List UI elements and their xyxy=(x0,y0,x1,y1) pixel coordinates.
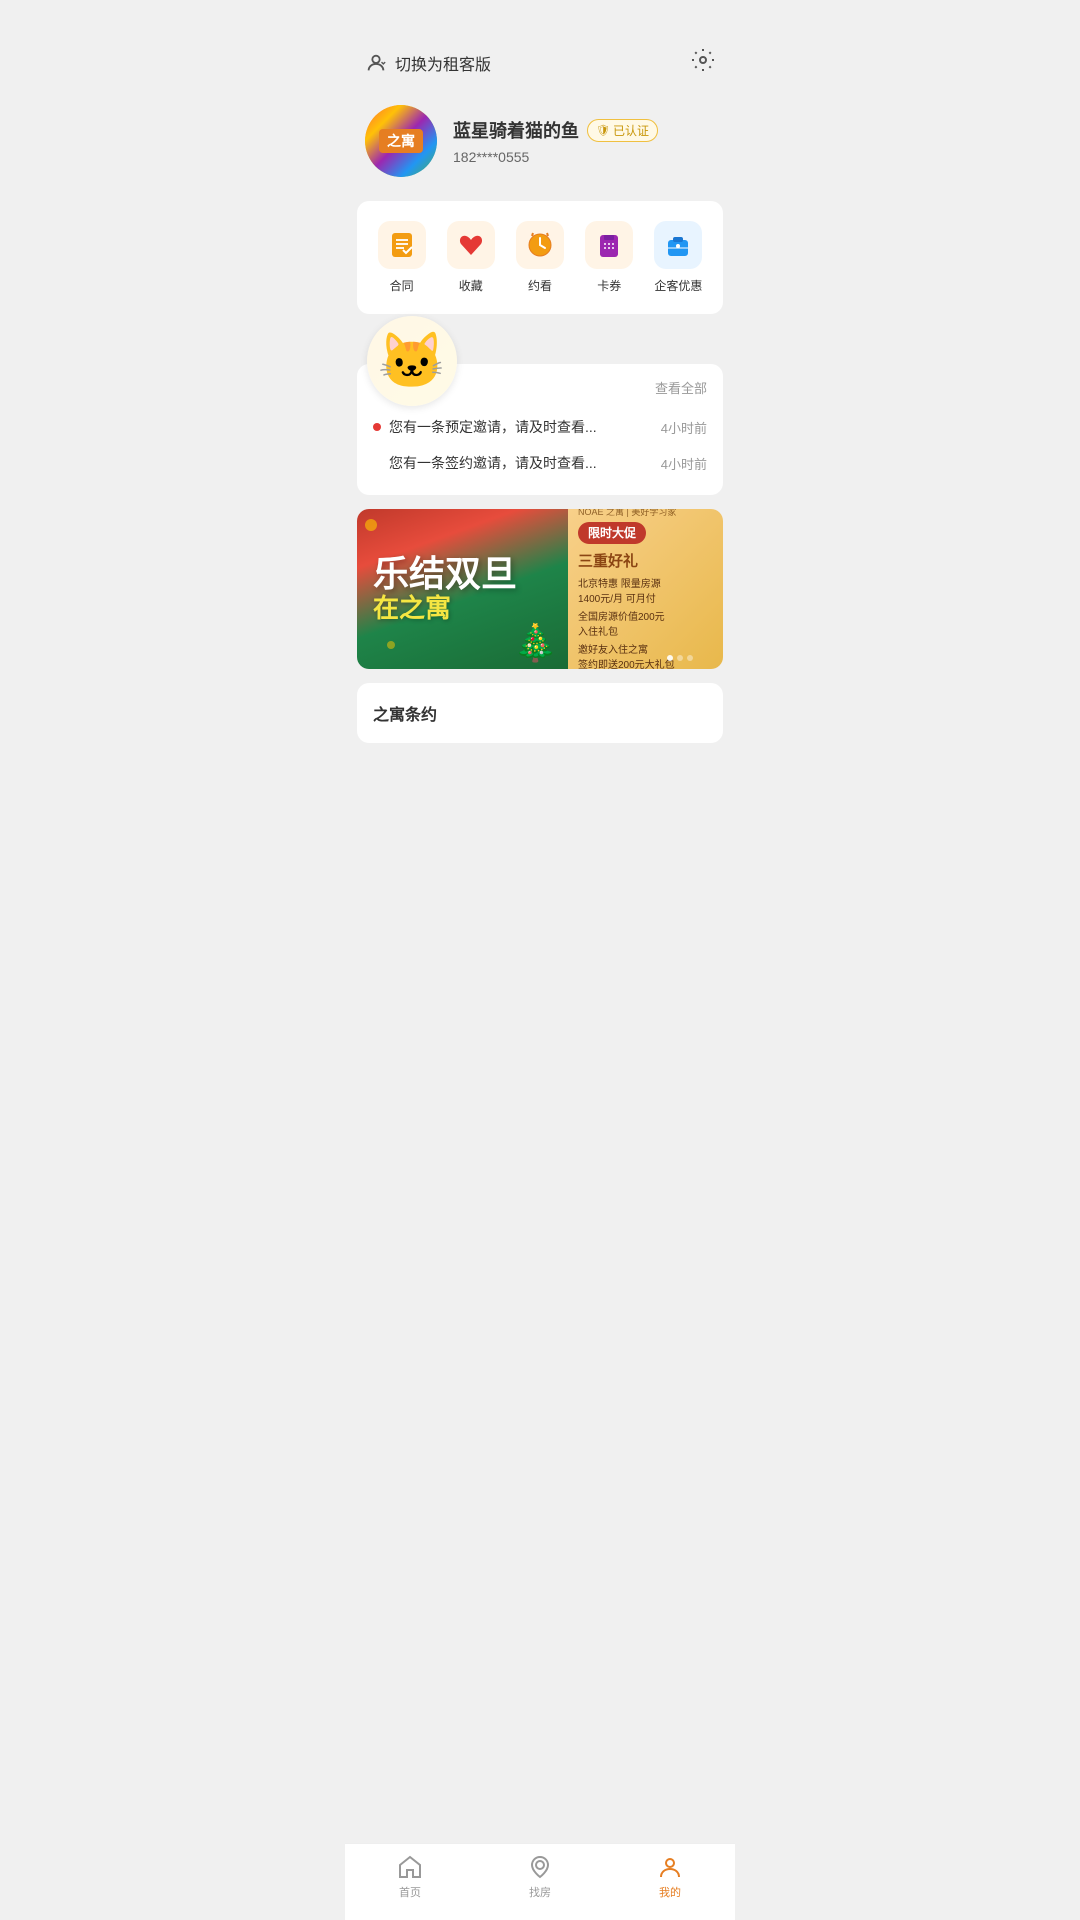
switch-label: 切换为租客版 xyxy=(395,51,491,75)
action-contract-label: 合同 xyxy=(390,277,414,294)
nav-home[interactable]: 首页 xyxy=(345,1854,475,1900)
coupon-icon-wrap xyxy=(585,221,633,269)
detail1: 北京特惠 限量房源 xyxy=(578,577,713,592)
person-nav-icon xyxy=(657,1854,683,1880)
action-contract[interactable]: 合同 xyxy=(367,221,436,294)
avatar-label: 之寓 xyxy=(379,129,423,153)
mascot-icon: 🐱 xyxy=(378,329,446,394)
profile-phone: 182****0555 xyxy=(453,149,715,165)
profile-name: 蓝星骑着猫的鱼 xyxy=(453,117,579,143)
spacer xyxy=(373,459,381,467)
banner-sub-title: 在之寓 xyxy=(373,593,552,624)
banner-main-title: 乐结双旦 xyxy=(373,554,552,594)
nav-mine-label: 我的 xyxy=(659,1884,681,1900)
action-favorite-label: 收藏 xyxy=(459,277,483,294)
dot-inactive-2 xyxy=(687,655,693,661)
notif-time-2: 4小时前 xyxy=(661,454,707,473)
banner-brand: NOAE 之寓 | 美好学习家 xyxy=(578,509,713,518)
clause-title: 之寓条约 xyxy=(373,707,437,724)
person-icon xyxy=(365,52,387,74)
switch-tenant-btn[interactable]: 切换为租客版 xyxy=(365,51,491,75)
location-icon xyxy=(527,1854,553,1880)
notif-time-1: 4小时前 xyxy=(661,418,707,437)
banner-dots xyxy=(667,655,693,661)
banner-promo-sub: 三重好礼 xyxy=(578,550,713,571)
top-bar: 切换为租客版 xyxy=(345,0,735,89)
notif-item-1[interactable]: 您有一条预定邀请，请及时查看... 4小时前 xyxy=(373,409,707,445)
deco-circle-2 xyxy=(387,641,395,649)
notif-item-2[interactable]: 您有一条签约邀请，请及时查看... 4小时前 xyxy=(373,445,707,481)
profile-name-row: 蓝星骑着猫的鱼 🛡 已认证 xyxy=(453,117,715,143)
quick-actions-card: 合同 收藏 约看 xyxy=(357,201,723,314)
favorite-icon xyxy=(456,230,486,260)
fav-icon-wrap xyxy=(447,221,495,269)
action-corp-label: 企客优惠 xyxy=(654,277,702,294)
action-coupon[interactable]: 卡券 xyxy=(575,221,644,294)
tree-icon: 🎄 xyxy=(513,622,558,664)
notif-text-2: 您有一条签约邀请，请及时查看... xyxy=(389,453,597,473)
mascot-container: 🐱 xyxy=(367,316,457,406)
action-coupon-label: 卡券 xyxy=(597,277,621,294)
coupon-icon xyxy=(594,230,624,260)
unread-dot xyxy=(373,423,381,431)
verified-text: 已认证 xyxy=(613,122,649,139)
action-appointment[interactable]: 约看 xyxy=(505,221,574,294)
dot-active xyxy=(667,655,673,661)
action-appointment-label: 约看 xyxy=(528,277,552,294)
detail3: 全国房源价值200元 xyxy=(578,610,713,625)
quick-actions: 合同 收藏 约看 xyxy=(367,221,713,294)
corp-icon-wrap xyxy=(654,221,702,269)
appointment-icon xyxy=(525,230,555,260)
nav-find-room[interactable]: 找房 xyxy=(475,1854,605,1900)
notif-text-1: 您有一条预定邀请，请及时查看... xyxy=(389,417,597,437)
settings-button[interactable] xyxy=(691,48,715,77)
nav-home-label: 首页 xyxy=(399,1884,421,1900)
profile-info: 蓝星骑着猫的鱼 🛡 已认证 182****0555 xyxy=(453,117,715,165)
action-favorite[interactable]: 收藏 xyxy=(436,221,505,294)
banner-card[interactable]: 乐结双旦 在之寓 🎄 NOAE 之寓 | 美好学习家 限时大促 三重好礼 北京特… xyxy=(357,509,723,669)
home-icon xyxy=(397,1854,423,1880)
appt-icon-wrap xyxy=(516,221,564,269)
nav-mine[interactable]: 我的 xyxy=(605,1854,735,1900)
view-all-btn[interactable]: 查看全部 xyxy=(655,378,707,397)
avatar[interactable]: 之寓 xyxy=(365,105,437,177)
settings-icon xyxy=(691,48,715,72)
action-corp[interactable]: 企客优惠 xyxy=(644,221,713,294)
detail2: 1400元/月 可月付 xyxy=(578,592,713,607)
profile-section: 之寓 蓝星骑着猫的鱼 🛡 已认证 182****0555 xyxy=(345,89,735,201)
shield-icon: 🛡 xyxy=(596,124,610,137)
detail4: 入住礼包 xyxy=(578,625,713,640)
nav-find-room-label: 找房 xyxy=(529,1884,551,1900)
clause-card[interactable]: 之寓条约 xyxy=(357,683,723,743)
dot-inactive-1 xyxy=(677,655,683,661)
contract-icon xyxy=(387,230,417,260)
verified-badge: 🛡 已认证 xyxy=(587,119,658,142)
deco-circle-1 xyxy=(365,519,377,531)
contract-icon-wrap xyxy=(378,221,426,269)
bottom-nav: 首页 找房 我的 xyxy=(345,1843,735,1920)
corp-icon xyxy=(663,230,693,260)
banner-promo-title: 限时大促 xyxy=(588,526,636,540)
